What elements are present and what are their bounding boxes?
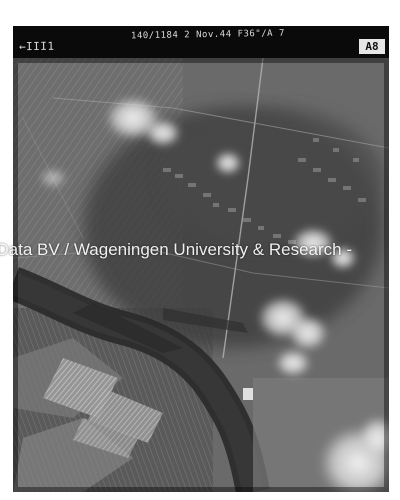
header-frame-number: A8: [359, 39, 385, 54]
header-photo-id: 140/1184 2 Nov.44 F36"/A 7: [130, 28, 285, 42]
photo-header-strip: ←III1 140/1184 2 Nov.44 F36"/A 7 A8: [13, 26, 389, 58]
watermark-text: tka Data BV / Wageningen University & Re…: [0, 240, 400, 260]
header-left-marking: ←III1: [18, 39, 55, 54]
watermark-label: tka Data BV / Wageningen University & Re…: [0, 240, 352, 259]
aerial-photograph: [13, 58, 389, 492]
